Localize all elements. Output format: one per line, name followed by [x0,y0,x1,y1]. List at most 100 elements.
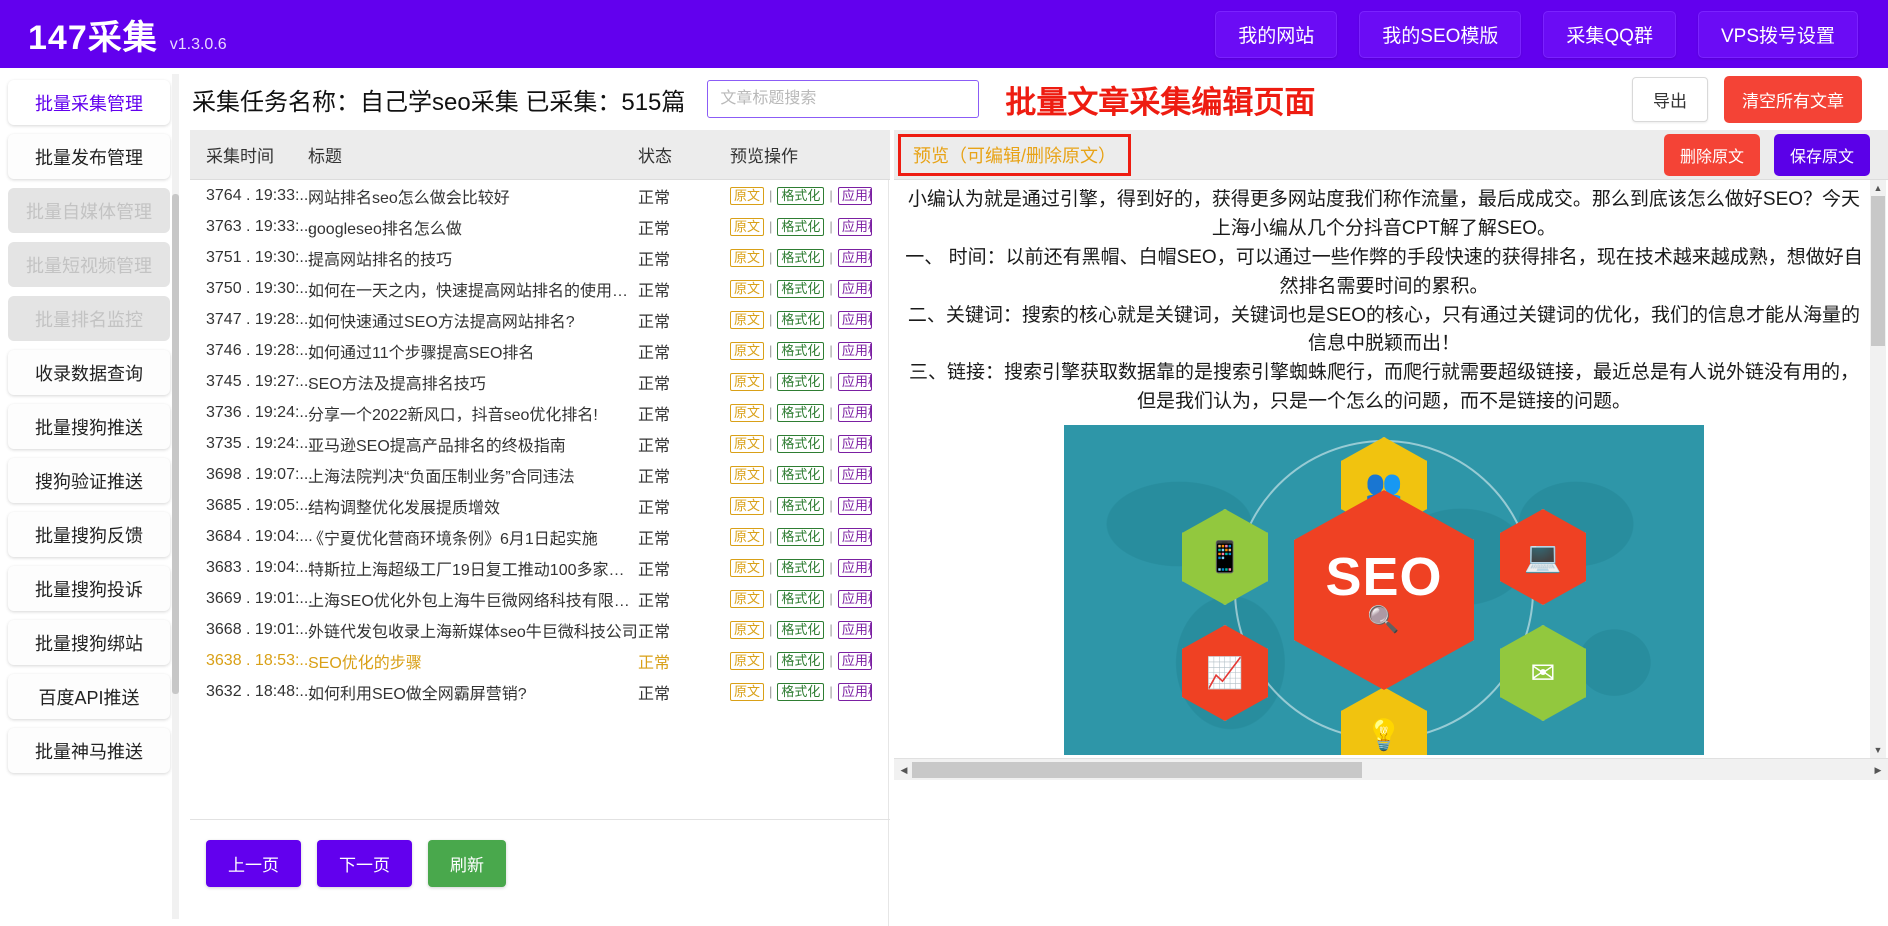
row-article-title[interactable]: 《宁夏优化营商环境条例》6月1日起实施 [308,525,638,549]
row-article-title[interactable]: googleseo排名怎么做 [308,215,638,239]
preview-article-text[interactable]: 小编认为就是通过引擎，得到好的，获得更多网站度我们称作流量，最后成成交。那么到底… [902,186,1866,417]
table-row[interactable]: 3763 . 19:33:...googleseo排名怎么做正常原文|格式化|应… [190,211,890,242]
scroll-down-arrow-icon[interactable]: ▼ [1870,742,1886,758]
format-link[interactable]: 格式化 [777,280,824,298]
format-link[interactable]: 格式化 [777,466,824,484]
row-article-title[interactable]: 提高网站排名的技巧 [308,246,638,270]
view-source-link[interactable]: 原文 [730,342,764,360]
view-source-link[interactable]: 原文 [730,528,764,546]
row-article-title[interactable]: 如何通过11个步骤提高SEO排名 [308,339,638,363]
view-source-link[interactable]: 原文 [730,404,764,422]
apply-template-link[interactable]: 应用模 [838,435,872,453]
row-article-title[interactable]: 上海SEO优化外包上海牛巨微网络科技有限公司站群... [308,587,638,611]
format-link[interactable]: 格式化 [777,559,824,577]
sidebar-item-batch-publish[interactable]: 批量发布管理 [8,134,170,179]
format-link[interactable]: 格式化 [777,652,824,670]
prev-page-button[interactable]: 上一页 [206,840,301,887]
format-link[interactable]: 格式化 [777,683,824,701]
apply-template-link[interactable]: 应用模 [838,559,872,577]
apply-template-link[interactable]: 应用模 [838,187,872,205]
view-source-link[interactable]: 原文 [730,435,764,453]
sidebar-item-sogou-feedback[interactable]: 批量搜狗反馈 [8,512,170,557]
row-article-title[interactable]: SEO优化的步骤 [308,649,638,673]
apply-template-link[interactable]: 应用模 [838,652,872,670]
table-row[interactable]: 3750 . 19:30:...如何在一天之内，快速提高网站排名的使用SEO技巧… [190,273,890,304]
view-source-link[interactable]: 原文 [730,373,764,391]
preview-vscroll-thumb[interactable] [1871,196,1885,346]
table-row[interactable]: 3669 . 19:01:...上海SEO优化外包上海牛巨微网络科技有限公司站群… [190,583,890,614]
apply-template-link[interactable]: 应用模 [838,218,872,236]
table-row[interactable]: 3698 . 19:07:...上海法院判决“负面压制业务”合同违法正常原文|格… [190,459,890,490]
apply-template-link[interactable]: 应用模 [838,249,872,267]
scroll-left-arrow-icon[interactable]: ◀ [896,762,912,778]
table-row[interactable]: 3747 . 19:28:...如何快速通过SEO方法提高网站排名?正常原文|格… [190,304,890,335]
row-article-title[interactable]: 如何利用SEO做全网霸屏营销? [308,680,638,704]
apply-template-link[interactable]: 应用模 [838,590,872,608]
format-link[interactable]: 格式化 [777,621,824,639]
apply-template-link[interactable]: 应用模 [838,311,872,329]
apply-template-link[interactable]: 应用模 [838,373,872,391]
export-button[interactable]: 导出 [1632,77,1708,122]
sidebar-item-sogou-verify[interactable]: 搜狗验证推送 [8,458,170,503]
table-row[interactable]: 3746 . 19:28:...如何通过11个步骤提高SEO排名正常原文|格式化… [190,335,890,366]
search-input[interactable] [707,80,979,118]
apply-template-link[interactable]: 应用模 [838,466,872,484]
apply-template-link[interactable]: 应用模 [838,683,872,701]
sidebar-item-shenma-push[interactable]: 批量神马推送 [8,728,170,773]
row-article-title[interactable]: 亚马逊SEO提高产品排名的终极指南 [308,432,638,456]
format-link[interactable]: 格式化 [777,528,824,546]
view-source-link[interactable]: 原文 [730,683,764,701]
apply-template-link[interactable]: 应用模 [838,528,872,546]
clear-all-button[interactable]: 清空所有文章 [1724,76,1862,123]
apply-template-link[interactable]: 应用模 [838,280,872,298]
table-row[interactable]: 3632 . 18:48:...如何利用SEO做全网霸屏营销?正常原文|格式化|… [190,676,890,707]
row-article-title[interactable]: 特斯拉上海超级工厂19日复工推动100多家供应商协... [308,556,638,580]
table-row[interactable]: 3736 . 19:24:...分享一个2022新风口，抖音seo优化排名!正常… [190,397,890,428]
table-row[interactable]: 3685 . 19:05:...结构调整优化发展提质增效正常原文|格式化|应用模 [190,490,890,521]
view-source-link[interactable]: 原文 [730,280,764,298]
format-link[interactable]: 格式化 [777,342,824,360]
apply-template-link[interactable]: 应用模 [838,404,872,422]
row-article-title[interactable]: 如何在一天之内，快速提高网站排名的使用SEO技巧... [308,277,638,301]
scroll-right-arrow-icon[interactable]: ▶ [1870,762,1886,778]
sidebar-item-index-query[interactable]: 收录数据查询 [8,350,170,395]
table-row[interactable]: 3668 . 19:01:...外链代发包收录上海新媒体seo牛巨微科技公司正常… [190,614,890,645]
save-source-button[interactable]: 保存原文 [1774,134,1870,176]
format-link[interactable]: 格式化 [777,218,824,236]
sidebar-item-batch-collect[interactable]: 批量采集管理 [8,80,170,125]
preview-hscroll-thumb[interactable] [912,762,1362,778]
apply-template-link[interactable]: 应用模 [838,342,872,360]
preview-vertical-scrollbar[interactable]: ▲ ▼ [1870,180,1886,758]
format-link[interactable]: 格式化 [777,404,824,422]
table-row[interactable]: 3638 . 18:53:...SEO优化的步骤正常原文|格式化|应用模 [190,645,890,676]
row-article-title[interactable]: 上海法院判决“负面压制业务”合同违法 [308,463,638,487]
table-row[interactable]: 3683 . 19:04:...特斯拉上海超级工厂19日复工推动100多家供应商… [190,552,890,583]
sidebar-item-sogou-complaint[interactable]: 批量搜狗投诉 [8,566,170,611]
row-article-title[interactable]: 结构调整优化发展提质增效 [308,494,638,518]
view-source-link[interactable]: 原文 [730,497,764,515]
nav-my-seo-template[interactable]: 我的SEO模版 [1359,11,1521,58]
view-source-link[interactable]: 原文 [730,466,764,484]
next-page-button[interactable]: 下一页 [317,840,412,887]
table-row[interactable]: 3764 . 19:33:...网站排名seo怎么做会比较好正常原文|格式化|应… [190,180,890,211]
table-row[interactable]: 3684 . 19:04:...《宁夏优化营商环境条例》6月1日起实施正常原文|… [190,521,890,552]
sidebar-item-sogou-push[interactable]: 批量搜狗推送 [8,404,170,449]
apply-template-link[interactable]: 应用模 [838,497,872,515]
format-link[interactable]: 格式化 [777,373,824,391]
view-source-link[interactable]: 原文 [730,218,764,236]
row-article-title[interactable]: SEO方法及提高排名技巧 [308,370,638,394]
view-source-link[interactable]: 原文 [730,187,764,205]
table-row[interactable]: 3751 . 19:30:...提高网站排名的技巧正常原文|格式化|应用模 [190,242,890,273]
view-source-link[interactable]: 原文 [730,311,764,329]
format-link[interactable]: 格式化 [777,590,824,608]
delete-source-button[interactable]: 删除原文 [1664,134,1760,176]
view-source-link[interactable]: 原文 [730,559,764,577]
table-row[interactable]: 3745 . 19:27:...SEO方法及提高排名技巧正常原文|格式化|应用模 [190,366,890,397]
sidebar-scrollbar[interactable] [172,74,179,919]
nav-qq-group[interactable]: 采集QQ群 [1543,11,1676,58]
view-source-link[interactable]: 原文 [730,652,764,670]
view-source-link[interactable]: 原文 [730,249,764,267]
row-article-title[interactable]: 网站排名seo怎么做会比较好 [308,184,638,208]
row-article-title[interactable]: 如何快速通过SEO方法提高网站排名? [308,308,638,332]
view-source-link[interactable]: 原文 [730,621,764,639]
